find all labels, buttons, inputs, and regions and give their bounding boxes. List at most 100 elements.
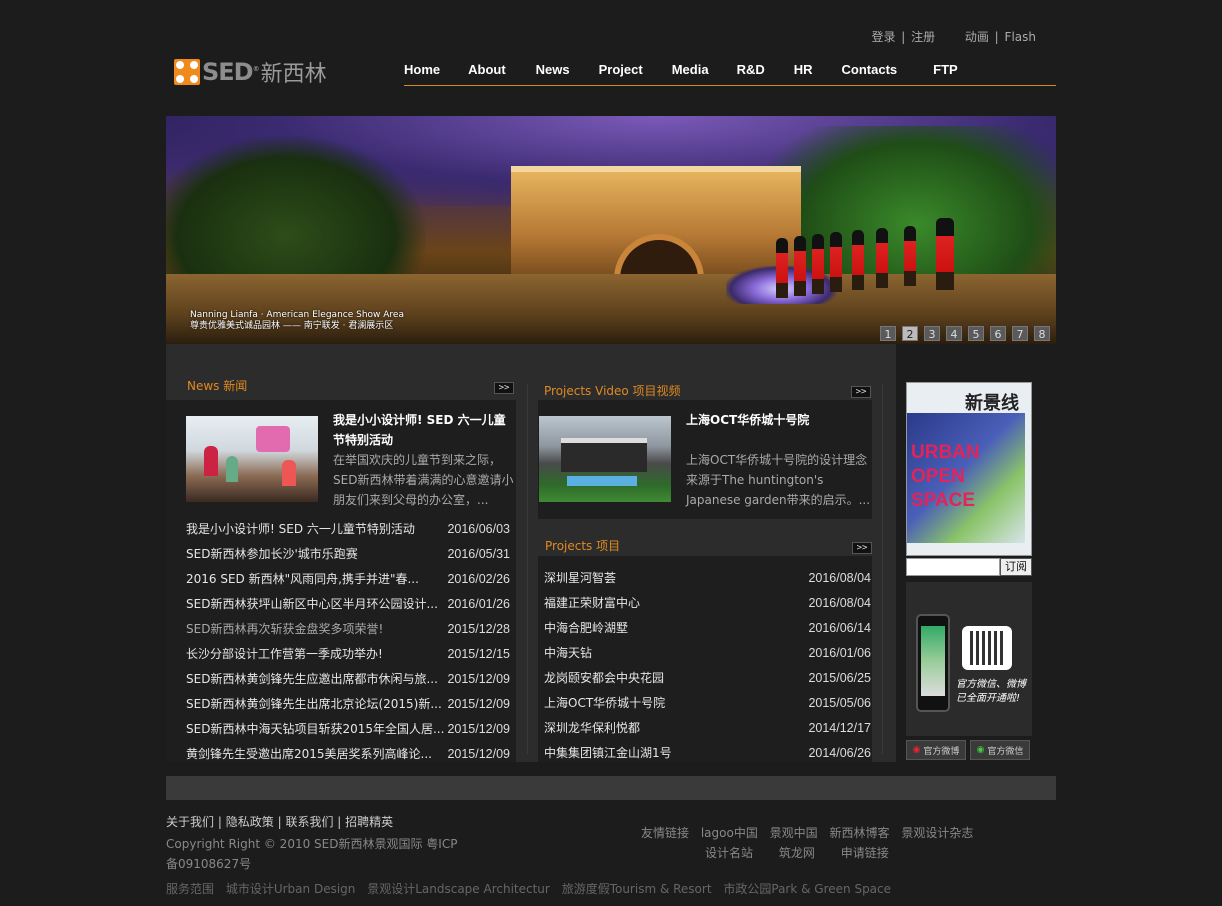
logo[interactable]: SED® 新西林 (174, 58, 327, 87)
magazine-cover[interactable]: 新景线 URBAN OPEN SPACE (906, 382, 1032, 556)
weixin-button[interactable]: ◉ 官方微信 (970, 740, 1030, 760)
friend-links: 友情链接 lagoo中国 景观中国 新西林博客 景观设计杂志 设计名站 筑龙网 … (641, 823, 981, 863)
animation-link[interactable]: 动画 (965, 30, 989, 44)
pager-button[interactable]: 8 (1034, 326, 1050, 341)
friend-link[interactable]: lagoo中国 (701, 826, 758, 840)
nav-rd[interactable]: R&D (737, 62, 765, 85)
project-row[interactable]: 上海OCT华侨城十号院 2015/05/06 (544, 690, 871, 715)
footer-bar (166, 776, 1056, 800)
sidebar: 新景线 URBAN OPEN SPACE 订阅 官方微信、微博 已全面开通啦! … (906, 382, 1032, 760)
video-thumbnail[interactable] (539, 416, 671, 502)
hero-banner[interactable]: Nanning Lianfa · American Elegance Show … (166, 116, 1056, 344)
footer-contact-link[interactable]: 联系我们 (285, 815, 333, 829)
services: 服务范围 城市设计Urban Design 景观设计Landscape Arch… (166, 880, 899, 897)
login-link[interactable]: 登录 (871, 30, 895, 44)
nav-project[interactable]: Project (599, 62, 643, 85)
column-divider (527, 384, 528, 754)
news-row[interactable]: 我是小小设计师! SED 六一儿童节特别活动 2016/06/03 (186, 516, 510, 541)
news-feature-text: 在举国欢庆的儿童节到来之际，SED新西林带着满满的心意邀请小朋友们来到父母的办公… (333, 453, 514, 507)
weibo-icon: ◉ (912, 745, 921, 755)
content-area: News 新闻 >> 我是小小设计师! SED 六一儿童节特别活动 在举国欢庆的… (166, 344, 896, 762)
projects-title: Projects 项目 (545, 539, 621, 553)
project-row[interactable]: 深圳龙华保利悦都 2014/12/17 (544, 715, 871, 740)
friend-link[interactable]: 景观中国 (770, 826, 818, 840)
banner-pager: 1 2 3 4 5 6 7 8 (880, 326, 1050, 341)
logo-mark-icon (174, 59, 200, 85)
logo-cn: 新西林 (260, 62, 327, 87)
news-row[interactable]: 黄剑锋先生受邀出席2015美居奖系列高峰论... 2015/12/09 (186, 741, 510, 766)
register-link[interactable]: 注册 (911, 30, 935, 44)
pager-button[interactable]: 5 (968, 326, 984, 341)
news-title: News 新闻 (187, 379, 248, 393)
footer-privacy-link[interactable]: 隐私政策 (226, 815, 274, 829)
video-title: Projects Video 项目视频 (544, 384, 681, 398)
news-feature-title[interactable]: 我是小小设计师! SED 六一儿童节特别活动 (333, 410, 515, 450)
service-link[interactable]: 城市设计Urban Design (226, 882, 356, 896)
news-row[interactable]: SED新西林中海天钻项目斩获2015年全国人居... 2015/12/09 (186, 716, 510, 741)
video-more-button[interactable]: >> (851, 386, 871, 398)
footer-about-link[interactable]: 关于我们 (166, 815, 214, 829)
nav-contacts[interactable]: Contacts (842, 62, 898, 85)
separator: | (217, 815, 222, 829)
project-row[interactable]: 龙岗颐安都会中央花园 2015/06/25 (544, 665, 871, 690)
footer-jobs-link[interactable]: 招聘精英 (345, 815, 393, 829)
news-list: 我是小小设计师! SED 六一儿童节特别活动 2016/06/03 SED新西林参… (186, 516, 510, 766)
weibo-button[interactable]: ◉ 官方微博 (906, 740, 966, 760)
nav-news[interactable]: News (536, 62, 570, 85)
news-row[interactable]: 长沙分部设计工作营第一季成功举办! 2015/12/15 (186, 641, 510, 666)
subscribe-input[interactable] (906, 558, 1000, 576)
separator: | (277, 815, 282, 829)
news-more-button[interactable]: >> (494, 382, 514, 394)
guards-image (776, 218, 986, 298)
magazine-cover-text: URBAN OPEN SPACE (911, 442, 980, 511)
subscribe-form: 订阅 (906, 558, 1032, 576)
project-row[interactable]: 中海合肥岭湖墅 2016/06/14 (544, 615, 871, 640)
nav-hr[interactable]: HR (794, 62, 813, 85)
friend-link[interactable]: 设计名站 (705, 846, 753, 860)
pager-button[interactable]: 7 (1012, 326, 1028, 341)
qr-promo[interactable]: 官方微信、微博 已全面开通啦! (906, 582, 1032, 736)
friend-link[interactable]: 景观设计杂志 (901, 826, 973, 840)
flash-link[interactable]: Flash (1005, 30, 1036, 44)
services-label: 服务范围 (166, 882, 215, 896)
news-row[interactable]: SED新西林获坪山新区中心区半月环公园设计... 2016/01/26 (186, 591, 510, 616)
phone-icon (916, 614, 950, 712)
project-row[interactable]: 深圳星河智荟 2016/08/04 (544, 565, 871, 590)
project-row[interactable]: 中集集团镇江金山湖1号 2014/06/26 (544, 740, 871, 765)
nav-about[interactable]: About (468, 62, 506, 85)
weixin-icon: ◉ (976, 745, 985, 755)
video-feature-title[interactable]: 上海OCT华侨城十号院 (686, 410, 868, 430)
video-feature-text: 上海OCT华侨城十号院的设计理念来源于The huntington's Japa… (686, 453, 871, 507)
pager-button[interactable]: 4 (946, 326, 962, 341)
projects-more-button[interactable]: >> (852, 542, 872, 554)
friend-link[interactable]: 新西林博客 (830, 826, 890, 840)
separator: | (994, 30, 999, 44)
news-row[interactable]: 2016 SED 新西林"风雨同舟,携手并进"春... 2016/02/26 (186, 566, 510, 591)
qr-code-icon (962, 626, 1012, 670)
nav-media[interactable]: Media (672, 62, 709, 85)
service-link[interactable]: 市政公园Park & Green Space (723, 882, 891, 896)
news-row[interactable]: SED新西林黄剑锋先生应邀出席都市休闲与旅... 2015/12/09 (186, 666, 510, 691)
pager-button[interactable]: 6 (990, 326, 1006, 341)
project-row[interactable]: 福建正荣财富中心 2016/08/04 (544, 590, 871, 615)
separator: | (337, 815, 342, 829)
news-thumbnail[interactable] (186, 416, 318, 502)
projects-list: 深圳星河智荟 2016/08/04 福建正荣财富中心 2016/08/04 中海合肥… (544, 565, 871, 765)
separator: | (901, 30, 906, 44)
logo-brand: SED® (202, 58, 260, 86)
apply-link[interactable]: 申请链接 (841, 846, 889, 860)
friend-link[interactable]: 筑龙网 (779, 846, 815, 860)
service-link[interactable]: 旅游度假Tourism & Resort (562, 882, 712, 896)
subscribe-button[interactable]: 订阅 (1000, 558, 1032, 576)
pager-button-active[interactable]: 2 (902, 326, 918, 341)
project-row[interactable]: 中海天钻 2016/01/06 (544, 640, 871, 665)
footer-links: 关于我们 | 隐私政策 | 联系我们 | 招聘精英 (166, 813, 393, 830)
news-row[interactable]: SED新西林黄剑锋先生出席北京论坛(2015)新... 2015/12/09 (186, 691, 510, 716)
pager-button[interactable]: 3 (924, 326, 940, 341)
pager-button[interactable]: 1 (880, 326, 896, 341)
news-row[interactable]: SED新西林参加长沙'城市乐跑赛 2016/05/31 (186, 541, 510, 566)
nav-ftp[interactable]: FTP (933, 62, 958, 85)
nav-home[interactable]: Home (404, 62, 440, 85)
service-link[interactable]: 景观设计Landscape Architectur (367, 882, 550, 896)
news-row[interactable]: SED新西林再次斩获金盘奖多项荣誉! 2015/12/28 (186, 616, 510, 641)
